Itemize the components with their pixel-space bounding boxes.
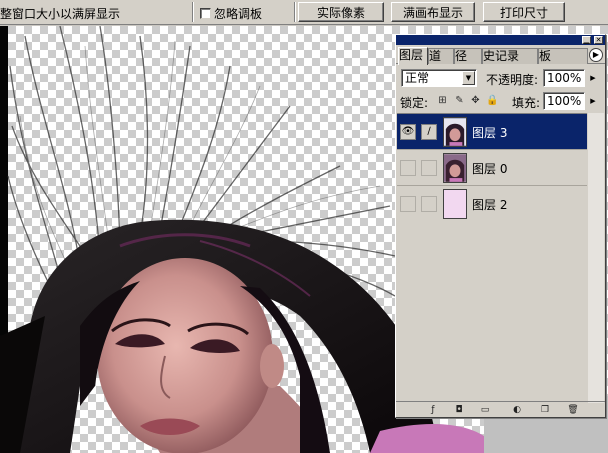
fill-label: 填充: xyxy=(512,96,541,110)
layer-name[interactable]: 图层 2 xyxy=(472,196,507,213)
adjustment-layer-icon[interactable]: ◐ xyxy=(510,404,524,416)
print-size-button[interactable]: 打印尺寸 xyxy=(483,2,565,22)
options-bar: 整窗口大小以满屏显示 忽略调板 实际像素 满画布显示 打印尺寸 xyxy=(0,0,608,25)
palette-title-bar[interactable]: ▁ ✕ xyxy=(396,35,605,45)
brush-icon[interactable] xyxy=(421,160,437,176)
lock-all-icon[interactable]: 🔒 xyxy=(486,94,499,107)
palette-menu-icon[interactable]: ▶ xyxy=(589,48,603,62)
layer-name[interactable]: 图层 3 xyxy=(472,124,507,141)
trash-icon[interactable]: 🗑 xyxy=(566,404,580,416)
new-layer-icon[interactable]: ❐ xyxy=(538,404,552,416)
chevron-down-icon[interactable]: ▼ xyxy=(462,71,475,85)
opacity-arrow-icon[interactable]: ▶ xyxy=(588,70,598,86)
opacity-input[interactable]: 100% xyxy=(543,69,585,87)
tab-paths[interactable]: 径 xyxy=(454,48,482,64)
ignore-palettes-checkbox[interactable]: 忽略调板 xyxy=(200,5,262,22)
layer-thumbnail xyxy=(443,117,467,147)
fill-input[interactable]: 100% xyxy=(543,92,585,110)
tab-channels[interactable]: 道 xyxy=(428,48,454,64)
eye-icon[interactable] xyxy=(400,196,416,212)
opacity-value: 100% xyxy=(547,71,582,85)
palette-tabs: 图层 道 径 史记录 板 ▶ xyxy=(396,46,605,65)
lock-row: 锁定: ⊞ ✎ ✥ 🔒 填充: 100% ▶ xyxy=(396,91,605,111)
minimize-icon[interactable]: ▁ xyxy=(582,36,591,44)
fill-value: 100% xyxy=(547,94,582,108)
lock-move-icon[interactable]: ✥ xyxy=(469,94,482,107)
layer-list-empty-area xyxy=(397,221,587,403)
layer-thumbnail xyxy=(443,189,467,219)
lock-label: 锁定: xyxy=(400,96,429,110)
blend-mode-value: 正常 xyxy=(405,71,430,85)
palette-bottom-bar: ƒ ◘ ▭ ◐ ❐ 🗑 xyxy=(396,401,605,417)
lock-paint-icon[interactable]: ✎ xyxy=(453,94,466,107)
tab-history[interactable]: 史记录 xyxy=(482,48,538,64)
fit-screen-button[interactable]: 满画布显示 xyxy=(391,2,475,22)
layer-row[interactable]: 图层 2 xyxy=(397,186,587,222)
brush-icon[interactable]: ∕ xyxy=(421,124,437,140)
layer-row[interactable]: 👁 ∕ 图层 3 xyxy=(397,114,587,150)
layers-palette: ▁ ✕ 图层 道 径 史记录 板 ▶ 正常 ▼ 不透明度: 100% ▶ 锁定:… xyxy=(395,34,606,418)
mask-icon[interactable]: ◘ xyxy=(452,404,466,416)
layer-list-scrollbar[interactable] xyxy=(587,113,604,403)
separator xyxy=(294,2,296,22)
lock-transparency-icon[interactable]: ⊞ xyxy=(436,94,449,107)
actual-pixels-button[interactable]: 实际像素 xyxy=(298,2,384,22)
fill-arrow-icon[interactable]: ▶ xyxy=(588,93,598,109)
layer-name[interactable]: 图层 0 xyxy=(472,160,507,177)
layer-style-icon[interactable]: ƒ xyxy=(426,404,440,416)
new-group-icon[interactable]: ▭ xyxy=(478,404,492,416)
blend-row: 正常 ▼ 不透明度: 100% ▶ xyxy=(396,68,605,88)
tab-actions[interactable]: 板 xyxy=(538,48,588,64)
checkbox-box[interactable] xyxy=(200,8,211,19)
layer-list: 👁 ∕ 图层 3 图层 0 图层 2 xyxy=(397,113,587,222)
layer-thumbnail xyxy=(443,153,467,183)
fit-window-checkbox-label[interactable]: 整窗口大小以满屏显示 xyxy=(0,5,120,22)
layer-row[interactable]: 图层 0 xyxy=(397,150,587,186)
close-icon[interactable]: ✕ xyxy=(594,36,603,44)
tab-layers[interactable]: 图层 xyxy=(398,47,428,65)
eye-icon[interactable] xyxy=(400,160,416,176)
brush-icon[interactable] xyxy=(421,196,437,212)
blend-mode-select[interactable]: 正常 ▼ xyxy=(401,69,477,87)
eye-icon[interactable]: 👁 xyxy=(400,124,416,140)
opacity-label: 不透明度: xyxy=(486,73,539,87)
ignore-palettes-label: 忽略调板 xyxy=(214,7,263,21)
separator xyxy=(192,2,194,22)
